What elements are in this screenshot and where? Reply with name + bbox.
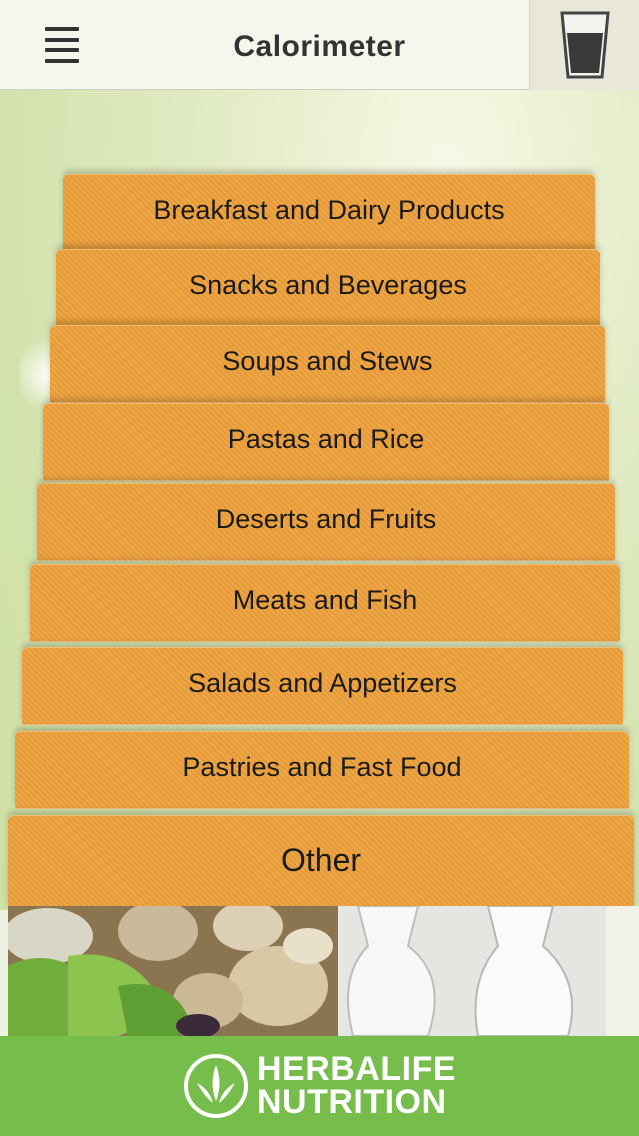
category-meats-fish[interactable]: Meats and Fish <box>30 564 620 642</box>
food-photo-illustration <box>8 906 606 1036</box>
herbalife-leaf-logo <box>183 1054 248 1118</box>
app-header: Calorimeter <box>0 0 639 90</box>
herbalife-logo: HERBALIFE NUTRITION <box>183 1050 457 1121</box>
brand-line-1: HERBALIFE <box>256 1050 457 1088</box>
photo-edge <box>606 906 639 1036</box>
category-pastries-fast-food[interactable]: Pastries and Fast Food <box>15 731 629 809</box>
water-glass-button[interactable] <box>529 0 639 90</box>
category-snacks-beverages[interactable]: Snacks and Beverages <box>56 249 600 327</box>
brand-line-2: NUTRITION <box>256 1083 447 1121</box>
food-photo <box>8 906 606 1036</box>
category-breakfast-dairy[interactable]: Breakfast and Dairy Products <box>63 174 595 252</box>
category-pastas-rice[interactable]: Pastas and Rice <box>43 403 609 481</box>
category-salads-appetizers[interactable]: Salads and Appetizers <box>22 647 623 725</box>
category-other[interactable]: Other <box>8 815 634 910</box>
category-deserts-fruits[interactable]: Deserts and Fruits <box>37 483 615 561</box>
brand-footer: HERBALIFE NUTRITION <box>0 1036 639 1136</box>
water-glass-icon <box>559 11 610 79</box>
category-soups-stews[interactable]: Soups and Stews <box>50 325 605 403</box>
